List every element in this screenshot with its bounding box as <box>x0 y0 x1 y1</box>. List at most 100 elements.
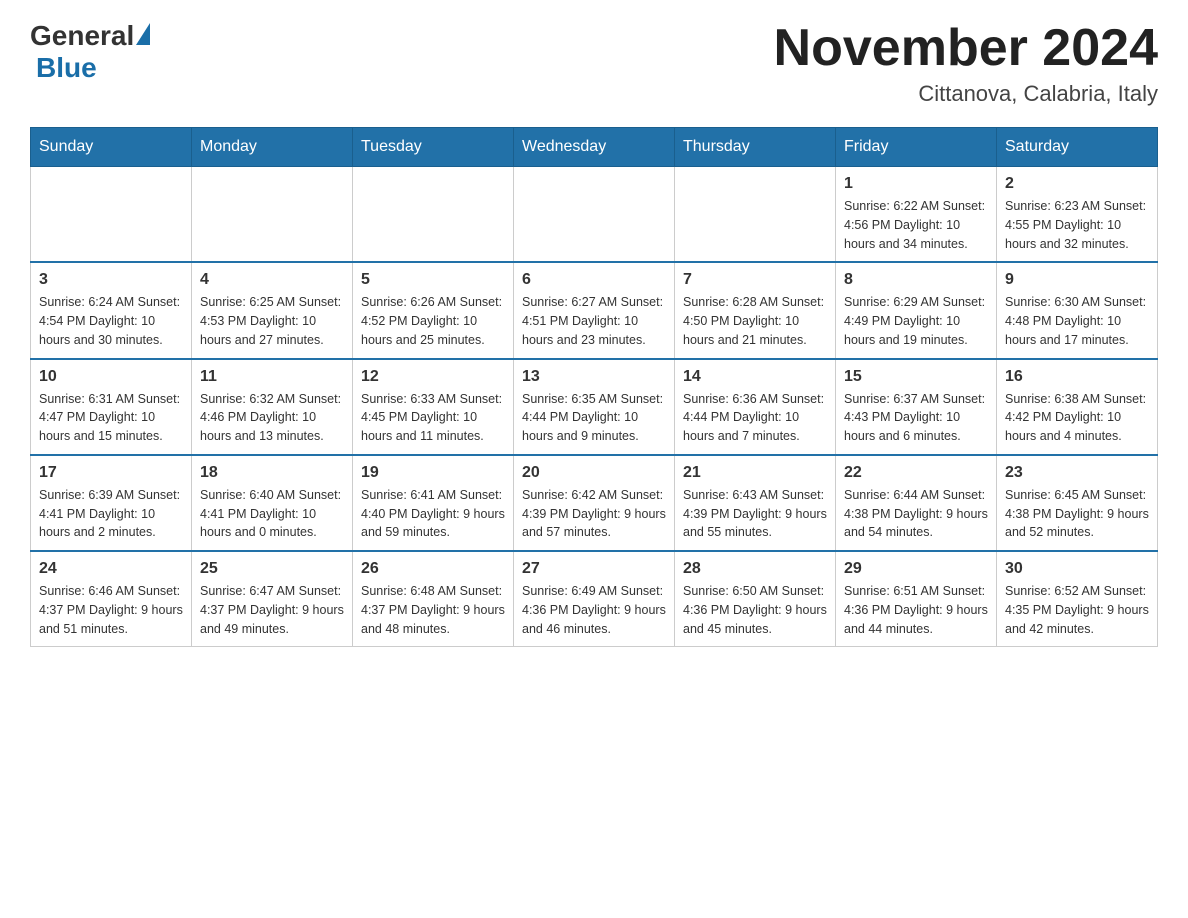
calendar-header-row: SundayMondayTuesdayWednesdayThursdayFrid… <box>31 128 1158 167</box>
day-number: 26 <box>361 560 505 578</box>
day-info: Sunrise: 6:50 AM Sunset: 4:36 PM Dayligh… <box>683 582 827 638</box>
day-number: 30 <box>1005 560 1149 578</box>
calendar-day-cell: 28 Sunrise: 6:50 AM Sunset: 4:36 PM Dayli… <box>675 551 836 647</box>
day-number: 9 <box>1005 271 1149 289</box>
day-number: 10 <box>39 368 183 386</box>
calendar-day-cell <box>514 167 675 263</box>
logo: General Blue <box>30 20 150 84</box>
day-info: Sunrise: 6:32 AM Sunset: 4:46 PM Dayligh… <box>200 390 344 446</box>
day-info: Sunrise: 6:29 AM Sunset: 4:49 PM Dayligh… <box>844 293 988 349</box>
day-number: 11 <box>200 368 344 386</box>
day-info: Sunrise: 6:30 AM Sunset: 4:48 PM Dayligh… <box>1005 293 1149 349</box>
calendar-table: SundayMondayTuesdayWednesdayThursdayFrid… <box>30 127 1158 647</box>
day-info: Sunrise: 6:47 AM Sunset: 4:37 PM Dayligh… <box>200 582 344 638</box>
day-info: Sunrise: 6:49 AM Sunset: 4:36 PM Dayligh… <box>522 582 666 638</box>
calendar-weekday-header: Monday <box>192 128 353 167</box>
calendar-weekday-header: Friday <box>836 128 997 167</box>
day-info: Sunrise: 6:48 AM Sunset: 4:37 PM Dayligh… <box>361 582 505 638</box>
day-info: Sunrise: 6:37 AM Sunset: 4:43 PM Dayligh… <box>844 390 988 446</box>
day-info: Sunrise: 6:40 AM Sunset: 4:41 PM Dayligh… <box>200 486 344 542</box>
day-info: Sunrise: 6:25 AM Sunset: 4:53 PM Dayligh… <box>200 293 344 349</box>
day-info: Sunrise: 6:51 AM Sunset: 4:36 PM Dayligh… <box>844 582 988 638</box>
day-number: 17 <box>39 464 183 482</box>
day-number: 24 <box>39 560 183 578</box>
calendar-week-row: 3Sunrise: 6:24 AM Sunset: 4:54 PM Daylig… <box>31 262 1158 358</box>
calendar-day-cell: 27 Sunrise: 6:49 AM Sunset: 4:36 PM Dayli… <box>514 551 675 647</box>
calendar-day-cell <box>675 167 836 263</box>
calendar-day-cell: 12 Sunrise: 6:33 AM Sunset: 4:45 PM Dayli… <box>353 359 514 455</box>
day-number: 23 <box>1005 464 1149 482</box>
day-info: Sunrise: 6:43 AM Sunset: 4:39 PM Dayligh… <box>683 486 827 542</box>
day-info: Sunrise: 6:24 AM Sunset: 4:54 PM Dayligh… <box>39 293 183 349</box>
day-number: 27 <box>522 560 666 578</box>
day-number: 1 <box>844 175 988 193</box>
calendar-day-cell: 18Sunrise: 6:40 AM Sunset: 4:41 PM Dayli… <box>192 455 353 551</box>
calendar-week-row: 24 Sunrise: 6:46 AM Sunset: 4:37 PM Dayli… <box>31 551 1158 647</box>
day-info: Sunrise: 6:42 AM Sunset: 4:39 PM Dayligh… <box>522 486 666 542</box>
calendar-day-cell: 14 Sunrise: 6:36 AM Sunset: 4:44 PM Dayli… <box>675 359 836 455</box>
day-number: 6 <box>522 271 666 289</box>
day-number: 25 <box>200 560 344 578</box>
calendar-week-row: 1Sunrise: 6:22 AM Sunset: 4:56 PM Daylig… <box>31 167 1158 263</box>
calendar-week-row: 17Sunrise: 6:39 AM Sunset: 4:41 PM Dayli… <box>31 455 1158 551</box>
calendar-day-cell: 3Sunrise: 6:24 AM Sunset: 4:54 PM Daylig… <box>31 262 192 358</box>
day-number: 5 <box>361 271 505 289</box>
day-info: Sunrise: 6:28 AM Sunset: 4:50 PM Dayligh… <box>683 293 827 349</box>
calendar-day-cell <box>192 167 353 263</box>
logo-general-text: General <box>30 20 134 52</box>
calendar-day-cell: 1Sunrise: 6:22 AM Sunset: 4:56 PM Daylig… <box>836 167 997 263</box>
month-year-title: November 2024 <box>774 20 1158 77</box>
calendar-day-cell: 20 Sunrise: 6:42 AM Sunset: 4:39 PM Dayli… <box>514 455 675 551</box>
day-info: Sunrise: 6:52 AM Sunset: 4:35 PM Dayligh… <box>1005 582 1149 638</box>
day-number: 12 <box>361 368 505 386</box>
day-info: Sunrise: 6:26 AM Sunset: 4:52 PM Dayligh… <box>361 293 505 349</box>
day-info: Sunrise: 6:23 AM Sunset: 4:55 PM Dayligh… <box>1005 197 1149 253</box>
calendar-day-cell: 11 Sunrise: 6:32 AM Sunset: 4:46 PM Dayli… <box>192 359 353 455</box>
day-number: 4 <box>200 271 344 289</box>
calendar-day-cell: 7 Sunrise: 6:28 AM Sunset: 4:50 PM Daylig… <box>675 262 836 358</box>
calendar-day-cell: 24 Sunrise: 6:46 AM Sunset: 4:37 PM Dayli… <box>31 551 192 647</box>
day-info: Sunrise: 6:46 AM Sunset: 4:37 PM Dayligh… <box>39 582 183 638</box>
calendar-day-cell: 9 Sunrise: 6:30 AM Sunset: 4:48 PM Daylig… <box>997 262 1158 358</box>
calendar-day-cell: 26 Sunrise: 6:48 AM Sunset: 4:37 PM Dayli… <box>353 551 514 647</box>
calendar-weekday-header: Sunday <box>31 128 192 167</box>
calendar-weekday-header: Saturday <box>997 128 1158 167</box>
calendar-weekday-header: Tuesday <box>353 128 514 167</box>
logo-blue-text: Blue <box>36 52 97 84</box>
calendar-day-cell: 29 Sunrise: 6:51 AM Sunset: 4:36 PM Dayli… <box>836 551 997 647</box>
calendar-day-cell: 6 Sunrise: 6:27 AM Sunset: 4:51 PM Daylig… <box>514 262 675 358</box>
calendar-day-cell: 22Sunrise: 6:44 AM Sunset: 4:38 PM Dayli… <box>836 455 997 551</box>
calendar-day-cell: 13Sunrise: 6:35 AM Sunset: 4:44 PM Dayli… <box>514 359 675 455</box>
day-number: 28 <box>683 560 827 578</box>
calendar-day-cell: 23Sunrise: 6:45 AM Sunset: 4:38 PM Dayli… <box>997 455 1158 551</box>
day-number: 2 <box>1005 175 1149 193</box>
calendar-day-cell: 16 Sunrise: 6:38 AM Sunset: 4:42 PM Dayli… <box>997 359 1158 455</box>
day-number: 22 <box>844 464 988 482</box>
title-block: November 2024 Cittanova, Calabria, Italy <box>774 20 1158 107</box>
day-number: 15 <box>844 368 988 386</box>
calendar-day-cell: 8 Sunrise: 6:29 AM Sunset: 4:49 PM Daylig… <box>836 262 997 358</box>
day-info: Sunrise: 6:38 AM Sunset: 4:42 PM Dayligh… <box>1005 390 1149 446</box>
calendar-day-cell: 25 Sunrise: 6:47 AM Sunset: 4:37 PM Dayli… <box>192 551 353 647</box>
day-number: 8 <box>844 271 988 289</box>
day-number: 19 <box>361 464 505 482</box>
day-number: 7 <box>683 271 827 289</box>
calendar-day-cell: 19 Sunrise: 6:41 AM Sunset: 4:40 PM Dayli… <box>353 455 514 551</box>
day-info: Sunrise: 6:33 AM Sunset: 4:45 PM Dayligh… <box>361 390 505 446</box>
calendar-day-cell: 5 Sunrise: 6:26 AM Sunset: 4:52 PM Daylig… <box>353 262 514 358</box>
day-number: 21 <box>683 464 827 482</box>
calendar-day-cell: 10Sunrise: 6:31 AM Sunset: 4:47 PM Dayli… <box>31 359 192 455</box>
calendar-day-cell: 21 Sunrise: 6:43 AM Sunset: 4:39 PM Dayli… <box>675 455 836 551</box>
day-info: Sunrise: 6:41 AM Sunset: 4:40 PM Dayligh… <box>361 486 505 542</box>
location-subtitle: Cittanova, Calabria, Italy <box>774 81 1158 107</box>
calendar-weekday-header: Wednesday <box>514 128 675 167</box>
calendar-day-cell: 17Sunrise: 6:39 AM Sunset: 4:41 PM Dayli… <box>31 455 192 551</box>
day-number: 14 <box>683 368 827 386</box>
calendar-weekday-header: Thursday <box>675 128 836 167</box>
day-number: 20 <box>522 464 666 482</box>
day-number: 16 <box>1005 368 1149 386</box>
day-number: 29 <box>844 560 988 578</box>
calendar-day-cell: 4 Sunrise: 6:25 AM Sunset: 4:53 PM Daylig… <box>192 262 353 358</box>
day-info: Sunrise: 6:36 AM Sunset: 4:44 PM Dayligh… <box>683 390 827 446</box>
day-info: Sunrise: 6:27 AM Sunset: 4:51 PM Dayligh… <box>522 293 666 349</box>
